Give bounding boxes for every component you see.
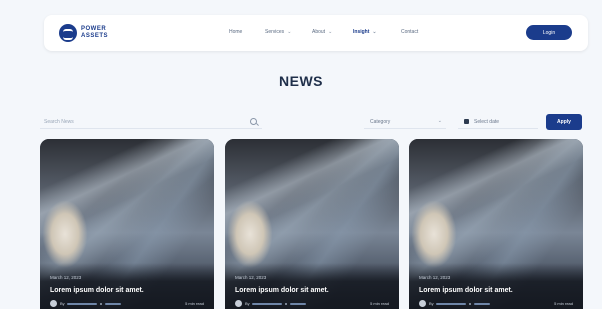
logo-line-1: POWER [81, 26, 107, 32]
date-label: Select date [474, 119, 500, 125]
navbar: POWER ASSETS Home Services ⌄ About ⌄ Ins… [44, 15, 588, 51]
avatar [235, 300, 242, 307]
news-card[interactable]: March 12, 2023 Lorem ipsum dolor sit ame… [225, 139, 399, 309]
card-meta: By 5 min read [235, 300, 391, 308]
card-date: March 12, 2023 [50, 275, 82, 280]
nav-item-label: Contact [401, 29, 419, 35]
brand-logo[interactable]: POWER ASSETS [59, 24, 108, 42]
logo-text: POWER ASSETS [81, 26, 108, 40]
nav-item-home[interactable]: Home [229, 29, 242, 35]
page-title: NEWS [279, 73, 323, 89]
apply-button[interactable]: Apply [546, 114, 582, 130]
search-input[interactable]: Search News [40, 117, 262, 129]
nav-item-contact[interactable]: Contact [401, 29, 418, 35]
search-placeholder: Search News [44, 119, 74, 125]
card-meta: By 5 min read [50, 300, 206, 308]
category-select[interactable]: Category ⌄ [364, 117, 446, 129]
date-picker[interactable]: Select date [458, 117, 538, 129]
news-card[interactable]: March 12, 2023 Lorem ipsum dolor sit ame… [40, 139, 214, 309]
card-title[interactable]: Lorem ipsum dolor sit amet. [419, 287, 513, 294]
card-title[interactable]: Lorem ipsum dolor sit amet. [50, 287, 144, 294]
read-time: 5 min read [185, 301, 204, 306]
chevron-down-icon: ⌄ [328, 29, 333, 35]
nav-item-insight[interactable]: Insight ⌄ [353, 29, 377, 35]
read-time: 5 min read [370, 301, 389, 306]
nav-item-label: About [312, 29, 326, 35]
card-title[interactable]: Lorem ipsum dolor sit amet. [235, 287, 329, 294]
read-time: 5 min read [554, 301, 573, 306]
author-name[interactable] [436, 303, 466, 305]
search-icon[interactable] [250, 118, 257, 125]
card-category[interactable] [474, 303, 490, 305]
chevron-down-icon: ⌄ [287, 29, 292, 35]
page: POWER ASSETS Home Services ⌄ About ⌄ Ins… [0, 0, 602, 309]
avatar [50, 300, 57, 307]
author-prefix: By [429, 301, 434, 306]
card-date: March 12, 2023 [419, 275, 451, 280]
card-category[interactable] [105, 303, 121, 305]
separator-dot [469, 303, 471, 305]
card-date: March 12, 2023 [235, 275, 267, 280]
category-label: Category [370, 119, 391, 125]
author-name[interactable] [67, 303, 97, 305]
news-card[interactable]: March 12, 2023 Lorem ipsum dolor sit ame… [409, 139, 583, 309]
author-prefix: By [60, 301, 65, 306]
card-meta: By 5 min read [419, 300, 575, 308]
author-prefix: By [245, 301, 250, 306]
logo-line-2: ASSETS [81, 33, 109, 39]
author-name[interactable] [252, 303, 282, 305]
nav-item-label: Services [265, 29, 285, 35]
chevron-down-icon: ⌄ [437, 118, 442, 124]
calendar-icon [464, 119, 469, 124]
chevron-down-icon: ⌄ [372, 29, 377, 35]
nav-item-services[interactable]: Services ⌄ [265, 29, 291, 35]
avatar [419, 300, 426, 307]
separator-dot [285, 303, 287, 305]
separator-dot [100, 303, 102, 305]
nav-item-label: Insight [353, 29, 370, 35]
nav-item-about[interactable]: About ⌄ [312, 29, 332, 35]
login-button[interactable]: Login [526, 25, 572, 40]
logo-icon [59, 24, 77, 42]
nav-item-label: Home [229, 29, 243, 35]
card-category[interactable] [290, 303, 306, 305]
